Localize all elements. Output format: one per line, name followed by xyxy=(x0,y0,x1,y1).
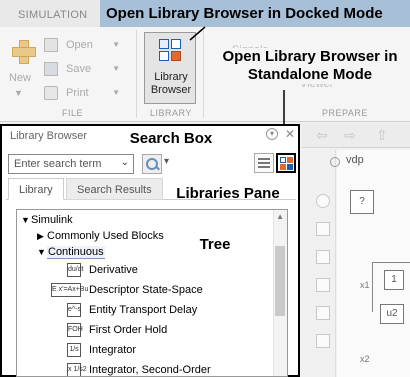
search-input[interactable]: Enter search term ⌄ xyxy=(8,154,134,174)
block-entity-transport-delay[interactable]: e^-s Entity Transport Delay xyxy=(67,302,267,318)
help-block[interactable]: ? xyxy=(350,190,374,214)
transport-delay-block-icon: e^-s xyxy=(67,303,81,317)
state-space-block-icon: E x'=Ax+Bu xyxy=(51,283,88,297)
docked-mode-callout: Open Library Browser in Docked Mode xyxy=(100,0,410,27)
collapsed-caret-icon[interactable]: ▶ xyxy=(37,228,47,244)
list-view-icon[interactable] xyxy=(254,153,274,173)
save-button-label: Save xyxy=(66,63,92,75)
library-browser-icon xyxy=(159,39,183,63)
chevron-down-icon: ▼ xyxy=(112,40,120,49)
open-button[interactable]: Open ▼ xyxy=(44,35,122,55)
second-order-integrator-block-icon: x 1/s2 xyxy=(67,363,87,376)
search-icon[interactable] xyxy=(142,154,162,174)
library-browser-button[interactable]: Library Browser xyxy=(144,32,196,104)
signal-label: x1 xyxy=(360,280,370,290)
model-nav-strip: ⇦ ⇨ ⇧ xyxy=(302,124,410,148)
expanded-caret-icon[interactable]: ▼ xyxy=(21,212,31,228)
panel-menu-icon[interactable]: ▾ xyxy=(266,128,278,140)
chevron-down-icon: ▼ xyxy=(112,88,120,97)
library-tree[interactable]: Tree ▼Simulink ▶ Commonly Used Blocks ▼ Co… xyxy=(16,209,288,377)
search-box-callout: Search Box xyxy=(129,130,213,147)
chevron-down-icon: ▼ xyxy=(14,88,23,98)
up-arrow-icon[interactable]: ⇧ xyxy=(376,127,388,144)
signal-line xyxy=(372,262,373,312)
annotation-icon[interactable] xyxy=(316,278,330,292)
library-tabs: Library Search Results xyxy=(6,178,296,200)
tree-node-commonly-used[interactable]: ▶ Commonly Used Blocks xyxy=(37,228,164,244)
scroll-up-icon[interactable]: ▲ xyxy=(276,212,284,221)
arrow-icon[interactable] xyxy=(316,250,330,264)
integrator-block-icon: 1/s xyxy=(67,343,81,357)
panel-title: Library Browser xyxy=(10,130,88,142)
model-icon xyxy=(330,157,340,167)
new-plus-icon xyxy=(12,40,36,64)
canvas-side-toolbar xyxy=(310,150,336,377)
block-descriptor-state-space[interactable]: E x'=Ax+Bu Descriptor State-Space xyxy=(51,282,267,298)
print-button-label: Print xyxy=(66,87,89,99)
search-placeholder: Enter search term xyxy=(14,158,102,170)
tree-node-continuous[interactable]: ▼ Continuous xyxy=(37,244,105,260)
first-order-hold-block-icon: FOH xyxy=(67,323,83,337)
tab-search-results[interactable]: Search Results xyxy=(66,178,163,200)
model-canvas[interactable] xyxy=(337,150,410,377)
tab-simulation[interactable]: SIMULATION xyxy=(8,4,97,26)
tree-scrollbar[interactable]: ▲ xyxy=(273,210,287,376)
block-derivative[interactable]: du/dt Derivative xyxy=(67,262,267,278)
save-icon xyxy=(44,62,58,76)
block-integrator-second-order[interactable]: x 1/s2 Integrator, Second-Order xyxy=(67,362,267,376)
image-icon[interactable] xyxy=(316,306,330,320)
print-button[interactable]: Print ▼ xyxy=(44,83,122,103)
prepare-section-label: PREPARE xyxy=(322,108,368,118)
block-first-order-hold[interactable]: FOH First Order Hold xyxy=(67,322,267,338)
chevron-down-icon: ▼ xyxy=(112,64,120,73)
tree-root-simulink[interactable]: ▼Simulink xyxy=(21,212,73,228)
save-button[interactable]: Save ▼ xyxy=(44,59,122,79)
model-breadcrumb[interactable]: vdp xyxy=(346,154,364,166)
library-browser-panel: Library Browser ▾ ✕ Enter search term ⌄ … xyxy=(0,124,300,377)
new-button[interactable]: New ▼ xyxy=(4,36,36,102)
close-icon[interactable]: ✕ xyxy=(285,127,295,141)
chevron-down-icon[interactable]: ⌄ xyxy=(121,157,129,168)
chevron-down-icon[interactable]: ▾ xyxy=(164,156,169,167)
zoom-icon[interactable] xyxy=(316,194,330,208)
folder-icon xyxy=(44,38,58,52)
open-button-label: Open xyxy=(66,39,93,51)
section-divider xyxy=(203,30,204,118)
fit-view-icon[interactable] xyxy=(316,222,330,236)
ribbon-tab-strip: SIMULATION Open Library Browser in Docke… xyxy=(0,0,410,27)
derivative-block-icon: du/dt xyxy=(67,263,84,277)
section-divider xyxy=(136,30,137,118)
print-icon xyxy=(44,86,58,100)
expanded-caret-icon[interactable]: ▼ xyxy=(37,244,47,260)
gain-block[interactable]: 1 xyxy=(384,270,404,290)
square-block[interactable]: u2 xyxy=(380,304,404,324)
library-browser-label: Library Browser xyxy=(150,71,192,96)
block-integrator[interactable]: 1/s Integrator xyxy=(67,342,267,358)
new-button-label: New xyxy=(8,72,31,84)
standalone-mode-callout: Open Library Browser in Standalone Mode xyxy=(212,48,408,84)
standalone-mode-icon[interactable] xyxy=(276,153,296,173)
tab-library[interactable]: Library xyxy=(8,178,64,200)
file-section-label: FILE xyxy=(62,108,84,118)
area-icon[interactable] xyxy=(316,334,330,348)
scrollbar-thumb[interactable] xyxy=(275,246,285,316)
library-section-label: LIBRARY xyxy=(150,108,192,118)
signal-label: x2 xyxy=(360,354,370,364)
signal-line xyxy=(372,262,410,263)
forward-arrow-icon[interactable]: ⇨ xyxy=(344,127,356,144)
back-arrow-icon[interactable]: ⇦ xyxy=(316,127,328,144)
tree-callout: Tree xyxy=(199,236,231,253)
